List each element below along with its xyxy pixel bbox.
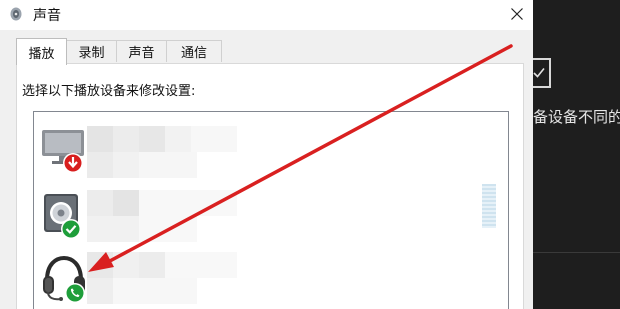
title-bar: 声音 (0, 0, 533, 30)
device-status-redacted (87, 152, 197, 178)
phone-badge-icon (65, 283, 85, 303)
tab-playback[interactable]: 播放 (16, 38, 67, 65)
list-item[interactable] (34, 120, 504, 178)
device-name-redacted (87, 126, 237, 152)
down-arrow-badge-icon (63, 153, 83, 173)
sound-app-icon (10, 7, 22, 21)
instruction-text: 选择以下播放设备来修改设置: (22, 84, 196, 99)
device-status-redacted (87, 278, 197, 304)
window-title: 声音 (33, 8, 61, 24)
list-item[interactable] (34, 184, 504, 242)
tab-communications[interactable]: 通信 (166, 40, 222, 62)
tab-sounds[interactable]: 声音 (116, 40, 167, 62)
check-badge-icon (61, 219, 81, 239)
background-partial-text: 备设备不同的声 (533, 108, 620, 126)
close-button[interactable] (500, 0, 533, 28)
checkmark-icon (533, 67, 545, 78)
background-settings-pane (533, 0, 620, 309)
playback-device-list[interactable] (33, 111, 509, 309)
device-name-redacted (87, 252, 237, 278)
device-name-redacted (87, 190, 237, 216)
device-status-redacted (87, 216, 197, 242)
list-scroll-indicator[interactable] (482, 184, 496, 228)
sound-dialog: 声音 播放 录制 声音 通信 选择以下播放设备来修改设置: (0, 0, 533, 309)
list-item[interactable] (34, 246, 504, 304)
background-divider (533, 252, 620, 253)
tab-recording[interactable]: 录制 (66, 40, 117, 62)
close-icon (510, 8, 523, 20)
